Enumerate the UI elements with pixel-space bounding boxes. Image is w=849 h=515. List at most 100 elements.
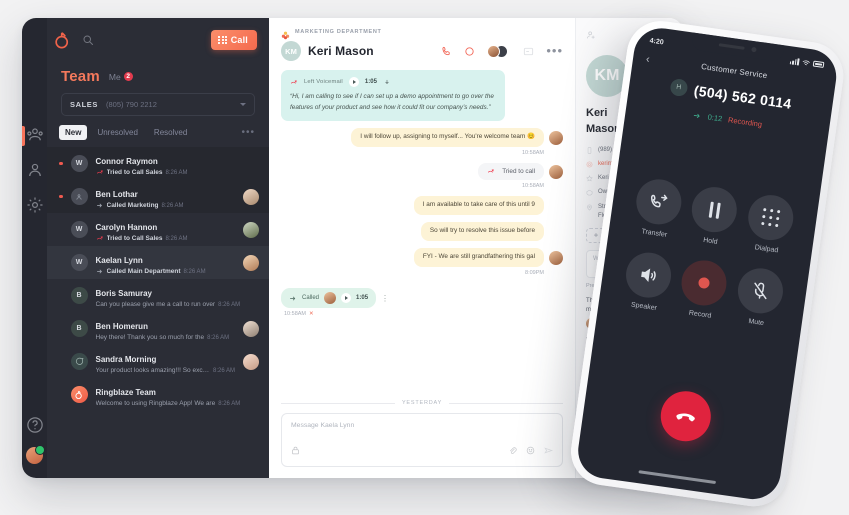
message-bubble: FYI - We are still grandfathering this g… (413, 248, 544, 267)
conversation-status: Can you please give me a call to run ove… (95, 301, 216, 308)
called-timestamp: 10:58AM ✕ (284, 311, 314, 317)
send-icon[interactable] (544, 442, 554, 460)
conversation-item[interactable]: B Boris Samuray Can you please give me a… (47, 279, 269, 312)
mute-icon (735, 265, 787, 317)
conversation-status: Called Marketing (106, 202, 159, 209)
contact-photo (243, 353, 259, 370)
conversation-list[interactable]: W Connor Raymon Tried to Call Sales 8:26… (47, 147, 269, 478)
department-select[interactable]: SALES (805) 790 2212 (61, 93, 255, 116)
avatar: W (70, 155, 88, 172)
sidebar-title-row: Team Me 2 (47, 62, 269, 93)
outgoing-call-icon (693, 113, 700, 118)
message-text: I will follow up, assigning to myself...… (360, 133, 535, 141)
conversation-status: Called Main Department (106, 268, 181, 275)
tab-resolved[interactable]: Resolved (148, 125, 193, 140)
signal-icon (789, 57, 800, 66)
help-icon[interactable] (26, 416, 44, 434)
call-control-transfer[interactable]: Transfer (626, 176, 690, 241)
conversation-status: Tried to Call Sales (106, 235, 163, 242)
called-duration: 1:05 (356, 295, 369, 301)
tab-unresolved[interactable]: Unresolved (91, 125, 143, 140)
call-control-label: Record (688, 309, 712, 320)
call-control-hold[interactable]: Hold (682, 184, 746, 249)
conversation-name: Ben Homerun (95, 322, 148, 331)
participants-avatars[interactable] (487, 44, 511, 58)
conversation-item[interactable]: Sandra Morning Your product looks amazin… (47, 345, 269, 378)
message-list: Left Voicemail 1:05 “Hi, I am calling to… (269, 68, 575, 400)
conversation-item[interactable]: W Carolyn Hannon Tried to Call Sales 8:2… (47, 213, 269, 246)
filter-tabs: New Unresolved Resolved ••• (47, 116, 269, 147)
me-badge: 2 (123, 72, 133, 81)
tab-new[interactable]: New (59, 125, 88, 140)
called-event: Called 1:05 ⋮ (281, 288, 563, 308)
call-duration: 0:12 (707, 112, 723, 124)
avatar (70, 353, 88, 370)
pause-icon (689, 184, 741, 236)
department-tag: MARKETING DEPARTMENT (281, 27, 563, 40)
call-control-speaker[interactable]: Speaker (615, 249, 679, 314)
phone-number: (504) 562 0114 (692, 81, 793, 112)
speaker-icon (622, 249, 674, 301)
outgoing-call-icon (289, 295, 297, 302)
missed-call-icon (290, 79, 298, 86)
conversation-item[interactable]: B Ben Homerun Hey there! Thank you so mu… (47, 312, 269, 345)
outgoing-call-icon (96, 202, 104, 209)
dialpad-icon (218, 35, 227, 45)
attachment-icon[interactable] (508, 442, 517, 460)
end-call-button[interactable] (657, 387, 715, 445)
recording-status: Recording (727, 115, 763, 129)
call-control-record[interactable]: Record (671, 257, 735, 322)
avatar (70, 188, 88, 205)
conversation-time: 8:26 AM (165, 169, 188, 176)
notes-icon[interactable] (523, 46, 534, 57)
conversation-item[interactable]: Ben Lothar Called Marketing 8:26 AM (47, 180, 269, 213)
me-filter[interactable]: Me 2 (109, 72, 133, 82)
sender-avatar (549, 130, 563, 145)
team-icon[interactable] (26, 126, 44, 144)
lock-icon[interactable] (291, 442, 300, 460)
voicemail-label: Left Voicemail (304, 79, 343, 85)
settings-gear-icon[interactable] (26, 196, 44, 214)
conversation-item[interactable]: Ringblaze Team Welcome to using Ringblaz… (47, 378, 269, 411)
person-icon[interactable] (26, 161, 44, 179)
add-contact-icon[interactable] (586, 27, 596, 45)
message-timestamp: 10:58AM (521, 183, 544, 190)
message-composer[interactable]: Message Kaela Lynn (281, 413, 563, 467)
call-more-icon[interactable]: ⋮ (381, 294, 389, 302)
phone-call-icon[interactable] (441, 46, 452, 57)
contact-photo (243, 254, 259, 271)
rail-active-indicator (22, 126, 25, 146)
play-icon[interactable] (341, 293, 352, 303)
sender-avatar (549, 250, 563, 265)
composer-placeholder: Message Kaela Lynn (291, 422, 355, 429)
conversation-time: 8:26 AM (161, 202, 184, 209)
department-tag-label: MARKETING DEPARTMENT (295, 28, 382, 35)
emoji-icon[interactable] (526, 442, 535, 460)
conversation-time: 8:26 AM (218, 301, 241, 308)
conversation-time: 8:26 AM (183, 268, 206, 275)
search-input[interactable] (82, 34, 201, 46)
sidebar-more-icon[interactable]: ••• (241, 127, 255, 137)
chat-panel: MARKETING DEPARTMENT KM Keri Mason ••• L… (269, 18, 575, 478)
user-avatar[interactable] (26, 445, 45, 464)
call-button[interactable]: Call (211, 30, 257, 50)
call-control-dialpad[interactable]: Dialpad (738, 191, 802, 256)
department-name: SALES (70, 100, 99, 109)
play-icon[interactable] (348, 77, 359, 87)
conversation-item[interactable]: W Kaelan Lynn Called Main Department 8:2… (47, 246, 269, 279)
conversation-name: Kaelan Lynn (95, 256, 143, 265)
called-label: Called (302, 295, 320, 301)
call-control-mute[interactable]: Mute (728, 265, 792, 330)
download-icon[interactable] (383, 79, 391, 86)
missed-call-icon (487, 168, 495, 175)
avatar: B (70, 320, 88, 337)
chat-more-icon[interactable]: ••• (546, 44, 563, 57)
conversation-item[interactable]: W Connor Raymon Tried to Call Sales 8:26… (47, 147, 269, 180)
conversation-status: Your product looks amazing!!! So excited (95, 367, 210, 374)
conversation-name: Connor Raymon (95, 157, 158, 166)
video-record-icon[interactable] (464, 46, 475, 57)
conversation-time: 8:26 AM (218, 400, 241, 407)
conversation-time: 8:26 AM (165, 235, 188, 242)
dialpad-icon (745, 192, 797, 244)
participant-avatar (487, 44, 501, 58)
